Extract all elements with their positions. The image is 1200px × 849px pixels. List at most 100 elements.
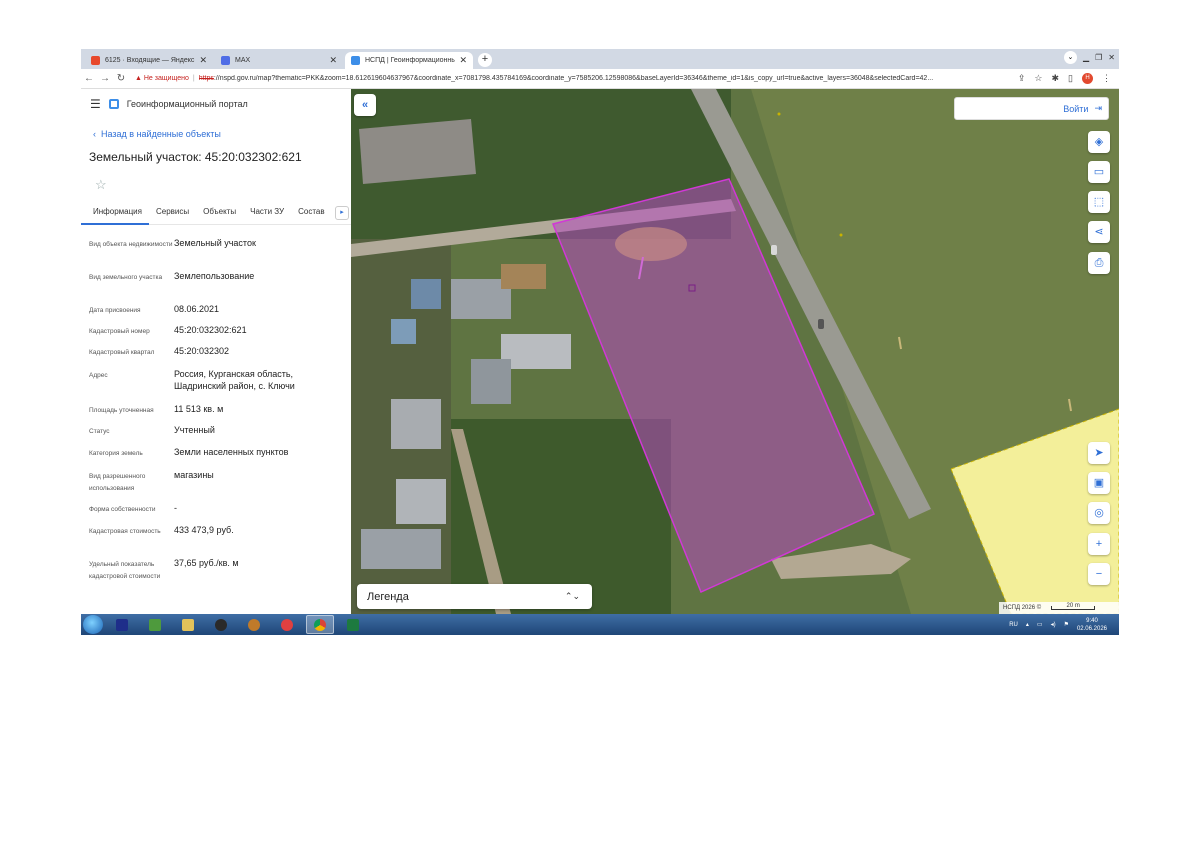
taskbar-app-b[interactable] bbox=[240, 615, 268, 634]
info-row: Вид объекта недвижимости Земельный участ… bbox=[89, 237, 347, 270]
object-info-panel: ☰ Геоинформационный портал ‹ Назад в най… bbox=[81, 89, 351, 614]
info-row: Вид земельного участка Землепользование bbox=[89, 270, 347, 303]
info-label: Вид земельного участка bbox=[89, 274, 163, 281]
tabs-scroll-right-icon[interactable]: ▸ bbox=[335, 206, 349, 220]
new-tab-button[interactable]: + bbox=[478, 53, 492, 67]
network-icon[interactable]: ▭ bbox=[1037, 621, 1043, 628]
bookmark-star-icon[interactable]: ☆ bbox=[1034, 73, 1042, 84]
collapse-panel-button[interactable]: « bbox=[354, 94, 376, 116]
taskbar-app-excel[interactable] bbox=[339, 615, 367, 634]
flag-icon[interactable]: ⚑ bbox=[1064, 621, 1069, 628]
extensions-icon[interactable]: ✱ bbox=[1052, 73, 1060, 84]
zoom-in-icon[interactable]: + bbox=[1088, 533, 1110, 555]
tab-mail[interactable]: 6125 · Входящие — Яндекс Поч ✕ bbox=[85, 52, 213, 69]
tab-information[interactable]: Информация bbox=[81, 201, 149, 225]
favorite-star-icon[interactable]: ☆ bbox=[95, 177, 107, 193]
start-button[interactable] bbox=[83, 615, 103, 634]
maximize-icon[interactable]: ❐ bbox=[1095, 53, 1102, 62]
window-controls: ⌄ ▁ ❐ ✕ bbox=[1063, 51, 1115, 64]
tab-title: 6125 · Входящие — Яндекс Поч bbox=[105, 57, 195, 64]
login-arrow-icon: ⇥ bbox=[1094, 103, 1102, 113]
volume-icon[interactable]: ◂) bbox=[1051, 621, 1056, 628]
tab-services[interactable]: Сервисы bbox=[149, 201, 196, 225]
taskbar-app-images[interactable] bbox=[141, 615, 169, 634]
close-window-icon[interactable]: ✕ bbox=[1108, 53, 1115, 62]
taskbar-app-c[interactable] bbox=[273, 615, 301, 634]
info-row: Кадастровый номер 45:20:032302:621 bbox=[89, 324, 347, 345]
reload-icon[interactable]: ↻ bbox=[113, 73, 129, 84]
info-value: Россия, Курганская область, Шадринский р… bbox=[174, 369, 295, 391]
minimize-icon[interactable]: ▁ bbox=[1083, 53, 1089, 62]
tray-arrow-icon[interactable]: ▴ bbox=[1026, 621, 1029, 628]
app-circle-icon bbox=[215, 618, 227, 631]
excel-icon bbox=[347, 618, 359, 631]
clock-time: 9:40 bbox=[1086, 617, 1098, 624]
login-label: Войти bbox=[1063, 103, 1089, 114]
sidebar-icon[interactable]: ▯ bbox=[1068, 73, 1073, 84]
info-value: Земли населенных пунктов bbox=[174, 447, 289, 457]
url-separator: | bbox=[192, 75, 195, 82]
system-tray: RU ▴ ▭ ◂) ⚑ 9:40 02.06.2026 bbox=[1009, 617, 1119, 633]
tab-max[interactable]: MAX ✕ bbox=[215, 52, 343, 69]
back-link-label: Назад в найденные объекты bbox=[101, 129, 221, 139]
image-viewer-icon bbox=[149, 618, 161, 631]
share-page-icon[interactable]: ⇪ bbox=[1018, 73, 1026, 84]
info-label: Кадастровый квартал bbox=[89, 349, 155, 356]
tab-close-icon[interactable]: ✕ bbox=[329, 55, 337, 66]
taskbar-app-media[interactable] bbox=[108, 615, 136, 634]
info-list: Вид объекта недвижимости Земельный участ… bbox=[89, 237, 347, 593]
profile-avatar[interactable]: Н bbox=[1082, 73, 1093, 84]
forward-arrow-icon[interactable]: → bbox=[97, 73, 113, 84]
info-value: 08.06.2021 bbox=[174, 304, 220, 314]
nspd-favicon-icon bbox=[351, 56, 360, 65]
select-area-icon[interactable]: ⬚ bbox=[1088, 191, 1110, 213]
map-view[interactable]: « Войти ⇥ ◈ ▭ ⬚ ⋖ ⎙ ➤ ▣ ◎ + − Легенда ⌃⌄… bbox=[351, 89, 1119, 614]
security-warning[interactable]: ▲ Не защищено bbox=[135, 75, 189, 82]
hamburger-menu-icon[interactable]: ☰ bbox=[90, 97, 101, 111]
tab-objects[interactable]: Объекты bbox=[196, 201, 243, 225]
locate-icon[interactable]: ➤ bbox=[1088, 442, 1110, 464]
taskbar-app-a[interactable] bbox=[207, 615, 235, 634]
clock[interactable]: 9:40 02.06.2026 bbox=[1077, 617, 1107, 633]
os-taskbar: RU ▴ ▭ ◂) ⚑ 9:40 02.06.2026 bbox=[81, 614, 1119, 635]
minimap-icon[interactable]: ▣ bbox=[1088, 472, 1110, 494]
language-indicator[interactable]: RU bbox=[1009, 622, 1018, 628]
satellite-imagery bbox=[351, 89, 1119, 614]
info-value: 11 513 кв. м bbox=[174, 404, 224, 414]
info-value: Учтенный bbox=[174, 425, 215, 435]
tab-close-icon[interactable]: ✕ bbox=[199, 55, 207, 66]
info-row: Категория земель Земли населенных пункто… bbox=[89, 446, 347, 469]
print-icon[interactable]: ⎙ bbox=[1088, 252, 1110, 274]
scale-bar: 20 m bbox=[1051, 603, 1096, 610]
url-field[interactable]: https://nspd.gov.ru/map?thematic=PKK&zoo… bbox=[199, 75, 999, 82]
zoom-out-icon[interactable]: − bbox=[1088, 563, 1110, 585]
info-row: Статус Учтенный bbox=[89, 424, 347, 446]
back-to-results-link[interactable]: ‹ Назад в найденные объекты bbox=[93, 129, 221, 139]
scale-label: 20 m bbox=[1066, 603, 1080, 609]
login-button[interactable]: Войти ⇥ bbox=[954, 97, 1109, 120]
app-c-icon bbox=[281, 618, 293, 631]
app-header: ☰ Геоинформационный портал bbox=[90, 97, 248, 111]
tab-nspd-active[interactable]: НСПД | Геоинформационный п ✕ bbox=[345, 52, 473, 69]
share-icon[interactable]: ⋖ bbox=[1088, 221, 1110, 243]
toolbar-icons: ⇪ ☆ ✱ ▯ Н ⋮ bbox=[1018, 73, 1119, 84]
taskbar-app-explorer[interactable] bbox=[174, 615, 202, 634]
layers-icon[interactable]: ◈ bbox=[1088, 131, 1110, 153]
back-arrow-icon[interactable]: ← bbox=[81, 73, 97, 84]
app-shell-icon bbox=[248, 618, 260, 631]
tab-parts[interactable]: Части ЗУ bbox=[243, 201, 291, 225]
tab-composition[interactable]: Состав bbox=[291, 201, 332, 225]
clock-date: 02.06.2026 bbox=[1076, 625, 1107, 632]
info-label: Дата присвоения bbox=[89, 307, 141, 314]
menu-dots-icon[interactable]: ⋮ bbox=[1102, 73, 1111, 84]
chevron-down-icon[interactable]: ⌄ bbox=[1063, 51, 1077, 64]
tab-close-icon[interactable]: ✕ bbox=[459, 55, 467, 66]
object-title: Земельный участок: 45:20:032302:621 bbox=[89, 150, 302, 164]
ruler-icon[interactable]: ▭ bbox=[1088, 161, 1110, 183]
legend-dropdown[interactable]: Легенда ⌃⌄ bbox=[357, 584, 592, 609]
info-value: Земельный участок bbox=[174, 238, 256, 248]
info-label: Вид разрешенного использования bbox=[89, 473, 146, 492]
info-label: Удельный показатель кадастровой стоимост… bbox=[89, 561, 161, 580]
taskbar-app-chrome[interactable] bbox=[306, 615, 334, 634]
geolocation-icon[interactable]: ◎ bbox=[1088, 502, 1110, 524]
